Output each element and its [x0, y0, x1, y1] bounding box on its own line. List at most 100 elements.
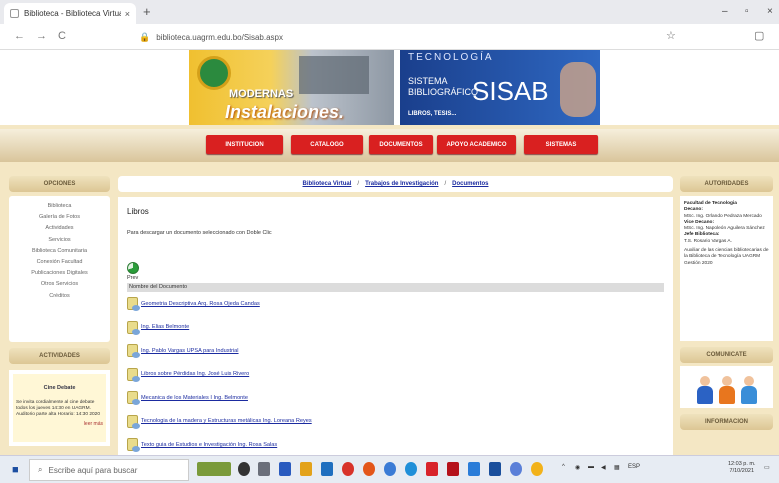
document-row[interactable]: Texto guia de Estudios e Investigación I… [127, 433, 664, 455]
content-area: Biblioteca Virtual / Trabajos de Investi… [118, 176, 673, 455]
menu-sistemas[interactable]: SISTEMAS [524, 135, 598, 154]
app-icon[interactable] [279, 462, 291, 476]
document-row[interactable]: Ing. Elias Belmonte [127, 316, 664, 340]
contact-person-icon[interactable] [718, 376, 735, 404]
forward-button[interactable]: → [36, 30, 47, 42]
url-bar[interactable]: 🔒 biblioteca.uagrm.edu.bo/Sisab.aspx [139, 28, 687, 46]
app-icon[interactable] [384, 462, 396, 476]
sidebar-link[interactable]: Créditos [9, 291, 110, 302]
taskbar-search-placeholder: Escribe aquí para buscar [48, 465, 138, 475]
activity-title: Cine Debate [43, 385, 76, 391]
sidebar-link[interactable]: Otros Servicios [9, 279, 110, 290]
activity-more-link[interactable]: leer más [16, 421, 103, 427]
autoridades-header: AUTORIDADES [680, 176, 773, 192]
document-link[interactable]: Geometria Descriptiva Arq. Rosa Ojeda Ca… [141, 301, 260, 307]
edge-icon[interactable] [405, 462, 417, 476]
minimize-button[interactable]: – [722, 6, 728, 17]
app-icon[interactable] [363, 462, 375, 476]
web-page: MODERNAS Instalaciones. TECNOLOGÍA SISTE… [0, 50, 779, 455]
network-icon[interactable]: ▬ [588, 464, 594, 470]
prev-icon[interactable] [127, 262, 139, 274]
right-sidebar: AUTORIDADES Facultad de Tecnologia Decan… [680, 176, 773, 430]
sidebar-link[interactable]: Servicios [9, 235, 110, 246]
sidebar-link[interactable]: Biblioteca [9, 201, 110, 212]
document-file-icon [127, 320, 140, 335]
tray-chevron-icon[interactable]: ^ [562, 464, 565, 470]
app-icon[interactable] [510, 462, 522, 476]
bookmark-star-icon[interactable]: ☆ [666, 29, 676, 42]
documents-panel: Libros Para descargar un documento selec… [118, 197, 673, 455]
app-icon[interactable] [468, 462, 480, 476]
extensions-icon[interactable]: ▢ [754, 29, 764, 42]
lock-icon: 🔒 [139, 31, 151, 42]
back-button[interactable]: ← [14, 30, 25, 42]
chrome-icon[interactable] [342, 462, 354, 476]
pdf-icon[interactable] [447, 462, 459, 476]
document-link[interactable]: Libros sobre Pérdidas Ing. José Luis Riv… [141, 371, 249, 377]
sidebar-link[interactable]: Conexión Facultad [9, 257, 110, 268]
tab-close-icon[interactable]: × [125, 9, 130, 19]
new-tab-button[interactable]: + [143, 4, 151, 19]
taskbar-weather-icon[interactable] [197, 462, 231, 476]
language-indicator[interactable]: ESP [628, 464, 640, 470]
informacion-header: INFORMACION [680, 414, 773, 430]
document-link[interactable]: Mecanica de los Materiales I Ing. Belmon… [141, 395, 248, 401]
browser-tab[interactable]: Biblioteca - Biblioteca Virtual × [4, 3, 136, 24]
banner-right-line1: SISTEMA [408, 76, 448, 86]
breadcrumb-documentos[interactable]: Documentos [452, 181, 488, 187]
document-link[interactable]: Ing. Pablo Vargas UPSA para Industrial [141, 348, 239, 354]
sidebar-link[interactable]: Actividades [9, 223, 110, 234]
word-icon[interactable] [489, 462, 501, 476]
windows-start-icon[interactable]: ■ [12, 464, 19, 476]
widgets-icon[interactable] [258, 462, 270, 476]
document-row[interactable]: Mecanica de los Materiales I Ing. Belmon… [127, 386, 664, 410]
page-favicon-icon [10, 9, 19, 18]
document-row[interactable]: Libros sobre Pérdidas Ing. José Luis Riv… [127, 363, 664, 387]
address-toolbar: ← → C 🔒 biblioteca.uagrm.edu.bo/Sisab.as… [0, 24, 779, 50]
sidebar-link[interactable]: Biblioteca Comunitaria [9, 246, 110, 257]
breadcrumb-trabajos[interactable]: Trabajos de Investigación [365, 181, 438, 187]
document-row[interactable]: Tecnologia de la madera y Estructuras me… [127, 410, 664, 434]
notifications-icon[interactable]: ▭ [764, 464, 770, 471]
breadcrumb-separator: / [357, 181, 360, 187]
close-window-button[interactable]: × [767, 6, 773, 17]
breadcrumb-biblioteca[interactable]: Biblioteca Virtual [303, 181, 352, 187]
app-icon[interactable] [426, 462, 438, 476]
menu-apoyo-academico[interactable]: APOYO ACADEMICO [437, 135, 516, 154]
app-icon[interactable] [321, 462, 333, 476]
document-link[interactable]: Texto guia de Estudios e Investigación I… [141, 442, 277, 448]
breadcrumb: Biblioteca Virtual / Trabajos de Investi… [118, 176, 673, 192]
document-file-icon [127, 344, 140, 359]
main-menu: INSTITUCION CATALOGO DOCUMENTOS APOYO AC… [0, 129, 779, 162]
document-link[interactable]: Ing. Elias Belmonte [141, 324, 189, 330]
app-icon[interactable] [531, 462, 543, 476]
contact-person-icon[interactable] [740, 376, 757, 404]
volume-icon[interactable]: ◀ [601, 464, 606, 471]
menu-institucion[interactable]: INSTITUCION [206, 135, 283, 154]
clock-time: 12:03 p. m. [728, 461, 756, 467]
tab-title: Biblioteca - Biblioteca Virtual [24, 9, 121, 18]
document-row[interactable]: Ing. Pablo Vargas UPSA para Industrial [127, 339, 664, 363]
authority-line: MSc. Ing. Orlando Pedraza Mercado [684, 213, 762, 219]
opciones-links: Biblioteca Galería de Fotos Actividades … [9, 196, 110, 342]
restore-button[interactable]: ▫ [745, 6, 749, 17]
document-file-icon [127, 438, 140, 453]
menu-catalogo[interactable]: CATALOGO [291, 135, 363, 154]
taskbar-search[interactable]: ⌕ Escribe aquí para buscar [29, 459, 189, 481]
file-explorer-icon[interactable] [300, 462, 312, 476]
contact-person-icon[interactable] [696, 376, 713, 404]
prev-label[interactable]: Prev [127, 275, 664, 281]
sidebar-link[interactable]: Galería de Fotos [9, 212, 110, 223]
menu-documentos[interactable]: DOCUMENTOS [369, 135, 433, 154]
banner-right-top: TECNOLOGÍA [408, 52, 494, 63]
document-row[interactable]: Geometria Descriptiva Arq. Rosa Ojeda Ca… [127, 292, 664, 316]
task-view-icon[interactable] [238, 462, 250, 476]
keyboard-icon[interactable]: ▦ [614, 464, 620, 471]
sidebar-link[interactable]: Publicaciones Digitales [9, 268, 110, 279]
document-file-icon [127, 367, 140, 382]
tray-app-icon[interactable]: ◉ [575, 464, 580, 471]
taskbar-clock[interactable]: 12:03 p. m. 7/10/2021 [728, 461, 756, 475]
document-link[interactable]: Tecnologia de la madera y Estructuras me… [141, 418, 312, 424]
reload-button[interactable]: C [58, 30, 66, 42]
banner-left-line1: MODERNAS [229, 88, 294, 100]
